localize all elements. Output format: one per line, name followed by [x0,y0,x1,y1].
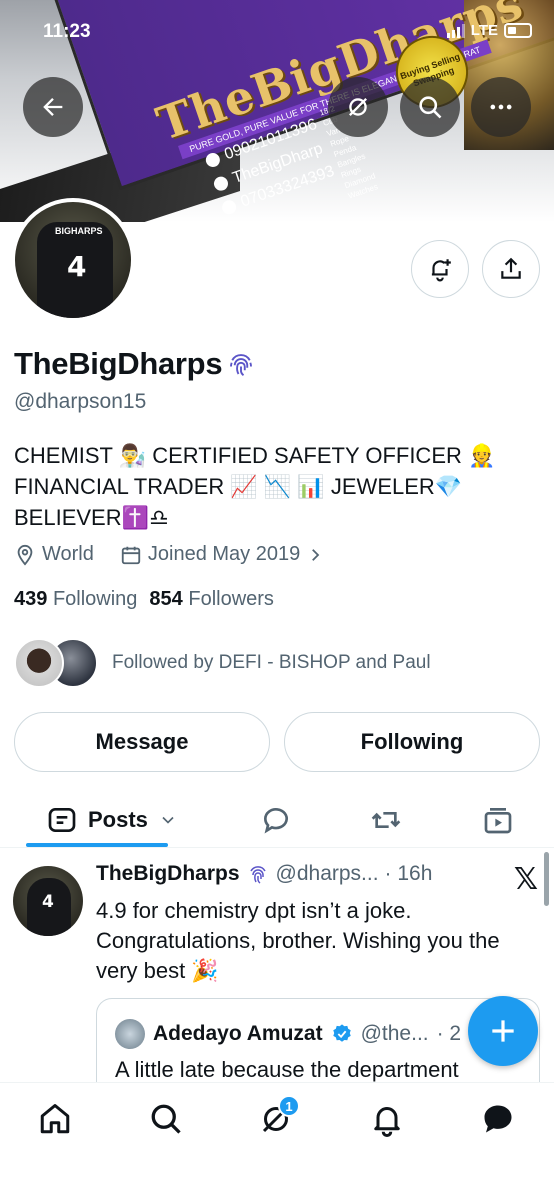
following-button[interactable]: Following [284,712,540,772]
tab-posts-label: Posts [88,807,148,832]
repost-icon [371,812,401,828]
x-logo-icon: 𝕏 [513,863,538,896]
scrollbar[interactable] [544,852,549,906]
back-button[interactable] [23,77,83,137]
quoted-author-handle: @the... [360,1022,429,1045]
more-button[interactable] [471,77,531,137]
following-count-link[interactable]: 439 Following [14,588,137,611]
verified-badge-icon [332,1024,351,1042]
profile-name-row: TheBigDharps [14,346,256,382]
profile-bio: CHEMIST 👨‍🔬 CERTIFIED SAFETY OFFICER 👷 F… [14,440,544,533]
bio-line: CHEMIST 👨‍🔬 CERTIFIED SAFETY OFFICER 👷 [14,443,496,468]
reply-icon [264,808,288,834]
tweet-avatar[interactable]: 4 [13,866,83,936]
arrow-left-icon [43,98,63,116]
notification-badge: 1 [278,1095,300,1117]
message-button[interactable]: Message [14,712,270,772]
messages-icon [484,1105,512,1133]
signal-icon [446,23,465,38]
nav-search[interactable] [148,1101,184,1137]
followers-count: 854 [149,588,183,610]
nav-messages[interactable] [480,1101,516,1137]
following-count: 439 [14,588,48,610]
notify-button[interactable] [411,240,469,298]
followers-label: Followers [188,588,274,610]
home-icon [40,1104,70,1134]
quoted-tweet-header: Adedayo Amuzat @the... · 2 [115,1019,461,1049]
profile-name: TheBigDharps [14,346,223,381]
bell-plus-icon [431,259,451,282]
profile-avatar[interactable]: BIGHARPS 4 [11,198,135,322]
chevron-down-icon [162,816,174,824]
status-time: 11:23 [43,21,91,42]
battery-icon [504,23,532,38]
nav-home[interactable] [37,1101,73,1137]
fingerprint-icon [249,866,266,884]
profile-handle: @dharpson15 [14,390,147,413]
share-button[interactable] [482,240,540,298]
avatar-jersey-number: 4 [42,892,54,912]
tweet-header: TheBigDharps @dharps... · 16h [96,862,432,886]
tab-replies[interactable] [260,792,292,848]
bell-icon [374,1107,400,1137]
tweet-time[interactable]: · 16h [385,862,433,886]
instagram-icon [211,174,230,193]
profile-tabs: Posts [0,792,554,848]
followed-by[interactable]: Followed by DEFI - BISHOP and Paul [14,638,431,688]
nav-notifications[interactable] [369,1101,405,1137]
tab-posts[interactable]: Posts [46,792,178,848]
profile-meta: World Joined May 2019 [14,543,324,566]
search-icon [419,96,442,119]
tweet-author-name[interactable]: TheBigDharps [96,862,240,886]
bio-line: FINANCIAL TRADER 📈 📉 📊 JEWELER💎 [14,474,463,499]
avatar [115,1019,145,1049]
video-icon [484,808,512,834]
share-icon [501,257,521,279]
followers-count-link[interactable]: 854 Followers [149,588,274,611]
profile-joined[interactable]: Joined May 2019 [148,543,300,566]
active-tab-indicator [26,843,168,847]
grok-icon [349,98,367,116]
status-indicators: LTE [446,22,532,39]
network-label: LTE [470,22,498,39]
quoted-tweet-text: A little late because the department [115,1057,459,1082]
tab-videos[interactable] [482,792,514,848]
follow-counts: 439 Following 854 Followers [14,588,274,611]
location-icon [17,544,33,566]
quoted-author-name: Adedayo Amuzat [153,1022,323,1045]
bottom-nav: 1 [0,1082,554,1200]
fingerprint-icon [230,354,253,377]
following-label: Following [52,588,138,610]
search-button[interactable] [400,77,460,137]
avatar-jersey-name: BIGHARPS [55,226,103,236]
nav-grok[interactable]: 1 [258,1095,300,1137]
compose-button[interactable] [468,996,538,1066]
followed-by-text: Followed by DEFI - BISHOP and Paul [112,652,431,673]
followed-by-avatars [14,638,98,688]
quoted-tweet-time: · 2 [436,1022,462,1045]
bio-line: BELIEVER✝️♎ [14,505,169,530]
tab-reposts[interactable] [370,792,402,848]
posts-icon [48,808,76,832]
chevron-right-icon[interactable] [306,546,324,564]
tweet-text[interactable]: 4.9 for chemistry dpt isn’t a joke. Cong… [96,896,546,986]
plus-icon [492,1020,514,1042]
more-icon [490,104,512,110]
profile-location: World [42,543,94,565]
whatsapp-icon [203,150,222,169]
search-icon [151,1104,181,1134]
avatar [14,638,64,688]
calendar-icon [121,546,141,564]
tweet-author-handle[interactable]: @dharps... [276,862,379,886]
avatar-jersey-number: 4 [67,250,87,283]
grok-button[interactable] [328,77,388,137]
phone-icon [220,197,238,216]
